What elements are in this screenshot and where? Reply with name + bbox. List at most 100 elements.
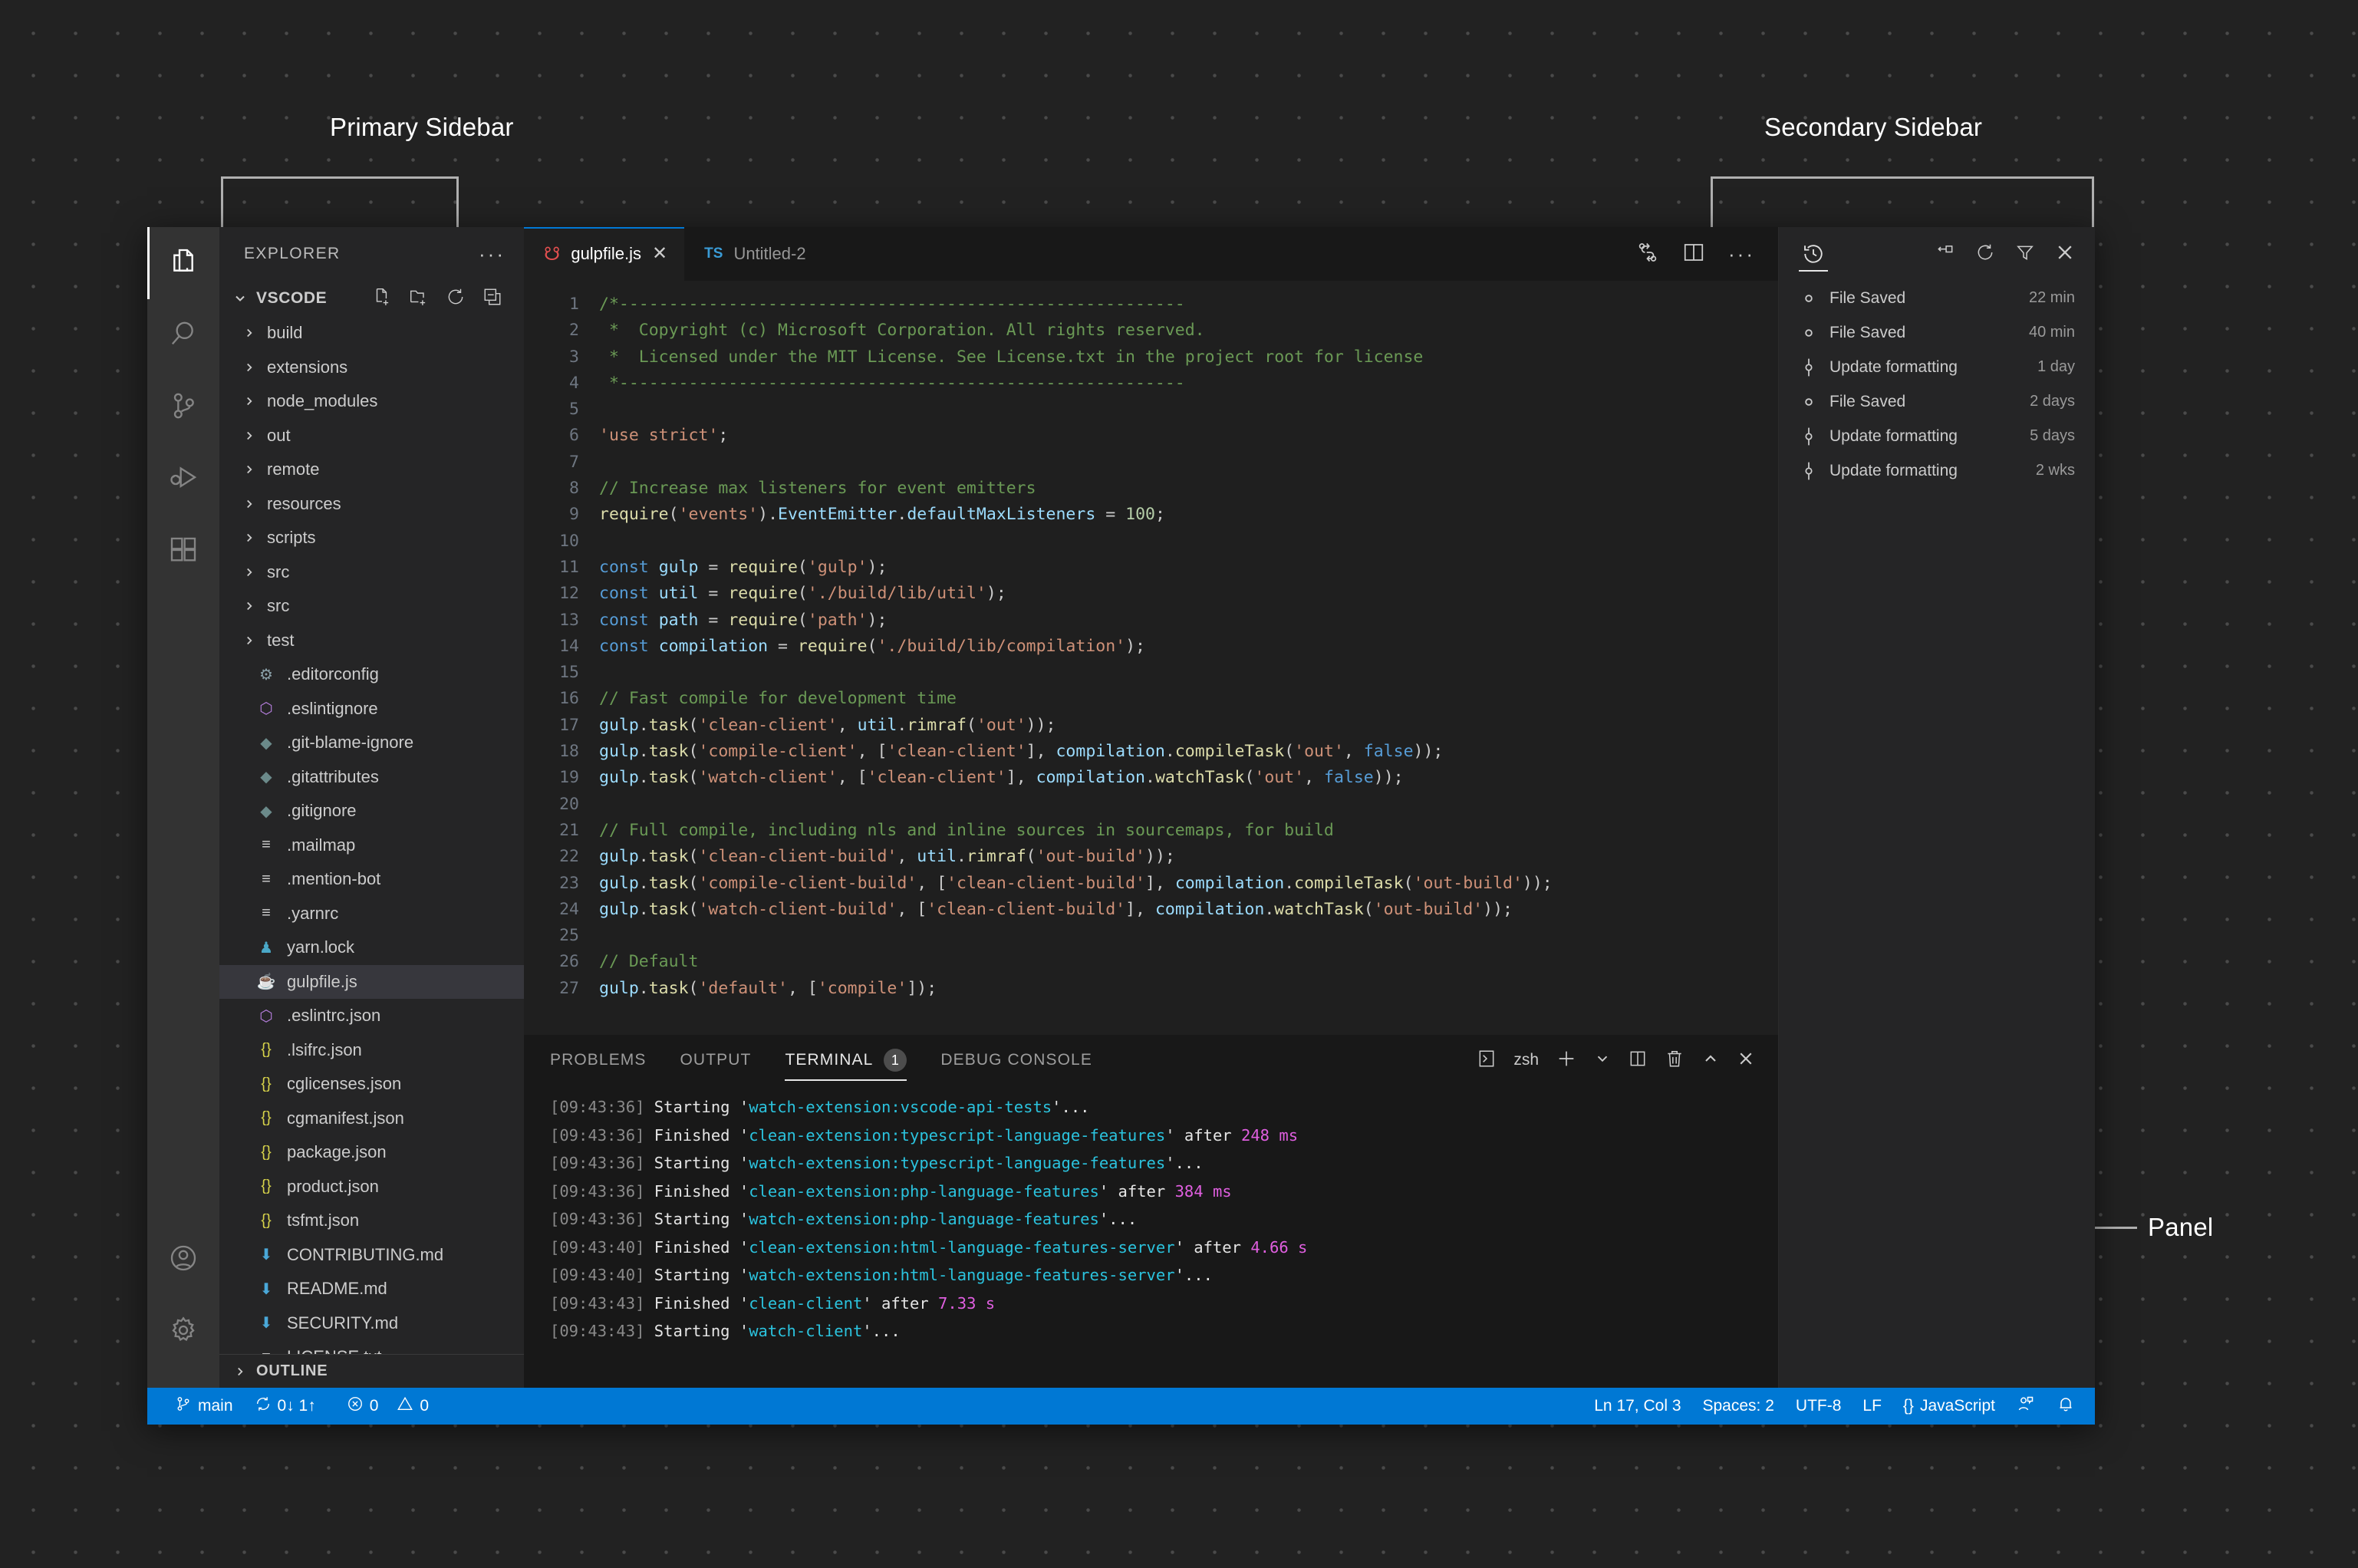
explorer-root-row[interactable]: VSCODE: [219, 281, 524, 316]
file-tree-row[interactable]: ⬇CONTRIBUTING.md: [219, 1238, 524, 1273]
status-encoding[interactable]: UTF-8: [1785, 1397, 1852, 1415]
refresh-icon[interactable]: [1975, 242, 1995, 266]
file-tree-row[interactable]: src: [219, 589, 524, 624]
more-actions-icon[interactable]: ···: [1728, 244, 1755, 264]
chevron-up-icon[interactable]: [1701, 1049, 1720, 1072]
file-tree-row[interactable]: extensions: [219, 351, 524, 385]
file-tree-row[interactable]: build: [219, 316, 524, 351]
pin-icon[interactable]: [1935, 242, 1955, 266]
outline-section-header[interactable]: OUTLINE: [219, 1354, 524, 1388]
file-tree-row[interactable]: ≡LICENSE.txt: [219, 1340, 524, 1354]
file-tree-row[interactable]: ♟yarn.lock: [219, 931, 524, 965]
close-icon[interactable]: ✕: [652, 245, 667, 263]
history-icon[interactable]: [1802, 227, 1825, 281]
chevron-right-icon[interactable]: [241, 531, 258, 545]
status-sync-label: 0↓ 1↑: [278, 1397, 316, 1415]
chevron-right-icon[interactable]: [241, 599, 258, 613]
new-file-icon[interactable]: [372, 287, 392, 311]
activity-item-explorer[interactable]: [147, 227, 219, 299]
file-tree-row[interactable]: ⬇README.md: [219, 1272, 524, 1306]
file-tree-row[interactable]: node_modules: [219, 384, 524, 419]
file-tree-row[interactable]: out: [219, 419, 524, 453]
chevron-right-icon[interactable]: [241, 634, 258, 647]
file-tree-row[interactable]: ◆.gitignore: [219, 794, 524, 828]
chevron-right-icon[interactable]: [241, 463, 258, 476]
file-tree-row[interactable]: ◆.gitattributes: [219, 760, 524, 795]
file-tree-row[interactable]: ⬇SECURITY.md: [219, 1306, 524, 1341]
file-tree-row[interactable]: {}package.json: [219, 1135, 524, 1170]
timeline-row[interactable]: File Saved40 min: [1779, 315, 2095, 350]
close-icon[interactable]: [2055, 242, 2075, 266]
status-notifications[interactable]: [2046, 1395, 2095, 1418]
file-tree-row[interactable]: ≡.mention-bot: [219, 862, 524, 897]
file-tree-row[interactable]: ⚙.editorconfig: [219, 657, 524, 692]
status-problems[interactable]: 0 0: [327, 1395, 440, 1417]
file-tree-row[interactable]: resources: [219, 487, 524, 522]
file-tree-row[interactable]: src: [219, 555, 524, 590]
file-tree-row[interactable]: ⬡.eslintignore: [219, 692, 524, 726]
chevron-down-icon[interactable]: [1594, 1050, 1611, 1071]
split-editor-icon[interactable]: [1682, 241, 1705, 268]
file-tree-row[interactable]: {}cgmanifest.json: [219, 1102, 524, 1136]
split-diff-icon[interactable]: [1636, 241, 1659, 268]
filter-icon[interactable]: [2015, 242, 2035, 266]
new-folder-icon[interactable]: [409, 287, 429, 311]
file-tree-label: .editorconfig: [287, 664, 379, 684]
editor-tab-gulpfile[interactable]: ☋ gulpfile.js ✕: [524, 227, 684, 281]
activity-item-source-control[interactable]: [147, 371, 219, 443]
refresh-icon[interactable]: [446, 287, 466, 311]
file-tree-row[interactable]: {}cglicenses.json: [219, 1067, 524, 1102]
panel-tab-problems[interactable]: PROBLEMS: [550, 1035, 647, 1085]
timeline-row[interactable]: Update formatting2 wks: [1779, 453, 2095, 488]
new-terminal-icon[interactable]: [1556, 1048, 1577, 1073]
timeline-row[interactable]: File Saved22 min: [1779, 281, 2095, 315]
file-tree-row[interactable]: ⬡.eslintrc.json: [219, 999, 524, 1033]
chevron-right-icon[interactable]: [241, 497, 258, 511]
file-tree-row[interactable]: {}.lsifrc.json: [219, 1033, 524, 1068]
file-tree-row[interactable]: ☕gulpfile.js: [219, 965, 524, 1000]
file-tree[interactable]: buildextensionsnode_modulesoutremotereso…: [219, 316, 524, 1354]
status-eol[interactable]: LF: [1852, 1397, 1892, 1415]
chevron-right-icon[interactable]: [241, 394, 258, 408]
file-tree-row[interactable]: {}product.json: [219, 1170, 524, 1204]
activity-item-manage[interactable]: [147, 1296, 219, 1368]
collapse-all-icon[interactable]: [482, 287, 502, 311]
activity-item-extensions[interactable]: [147, 516, 219, 588]
status-branch[interactable]: main: [164, 1395, 244, 1417]
code-editor[interactable]: 1/*-------------------------------------…: [524, 281, 1778, 1035]
line-number: 1: [524, 292, 599, 318]
panel-tab-output[interactable]: OUTPUT: [680, 1035, 752, 1085]
file-tree-row[interactable]: ≡.yarnrc: [219, 897, 524, 931]
chevron-right-icon[interactable]: [241, 326, 258, 340]
activity-item-run-and-debug[interactable]: [147, 443, 219, 516]
file-tree-row[interactable]: {}tsfmt.json: [219, 1204, 524, 1238]
file-tree-row[interactable]: scripts: [219, 521, 524, 555]
timeline-list[interactable]: File Saved22 minFile Saved40 minUpdate f…: [1779, 281, 2095, 488]
panel-tab-debug-console[interactable]: DEBUG CONSOLE: [940, 1035, 1092, 1085]
sidebar-more-actions-icon[interactable]: ···: [479, 244, 506, 264]
close-icon[interactable]: [1737, 1049, 1755, 1072]
chevron-down-icon[interactable]: [232, 291, 249, 306]
trash-icon[interactable]: [1665, 1049, 1685, 1072]
editor-tab-untitled-2[interactable]: TS Untitled-2: [684, 227, 822, 281]
split-terminal-icon[interactable]: [1628, 1049, 1648, 1072]
file-tree-row[interactable]: ≡.mailmap: [219, 828, 524, 863]
file-tree-row[interactable]: remote: [219, 453, 524, 487]
terminal-output[interactable]: [09:43:36] Starting 'watch-extension:vsc…: [524, 1085, 1778, 1388]
status-sync[interactable]: 0↓ 1↑: [244, 1395, 327, 1417]
activity-item-search[interactable]: [147, 299, 219, 371]
file-tree-row[interactable]: test: [219, 624, 524, 658]
panel-tab-terminal[interactable]: TERMINAL 1: [785, 1035, 907, 1085]
status-cursor-position[interactable]: Ln 17, Col 3: [1583, 1397, 1691, 1415]
timeline-row[interactable]: Update formatting5 days: [1779, 419, 2095, 453]
status-language-mode[interactable]: {} JavaScript: [1892, 1397, 2006, 1415]
timeline-row[interactable]: File Saved2 days: [1779, 384, 2095, 419]
chevron-right-icon[interactable]: [241, 565, 258, 579]
timeline-row[interactable]: Update formatting1 day: [1779, 350, 2095, 384]
status-live-share[interactable]: [2006, 1395, 2046, 1418]
status-indentation[interactable]: Spaces: 2: [1692, 1397, 1785, 1415]
chevron-right-icon[interactable]: [241, 429, 258, 443]
activity-item-accounts[interactable]: [147, 1224, 219, 1296]
file-tree-row[interactable]: ◆.git-blame-ignore: [219, 726, 524, 760]
chevron-right-icon[interactable]: [241, 361, 258, 374]
